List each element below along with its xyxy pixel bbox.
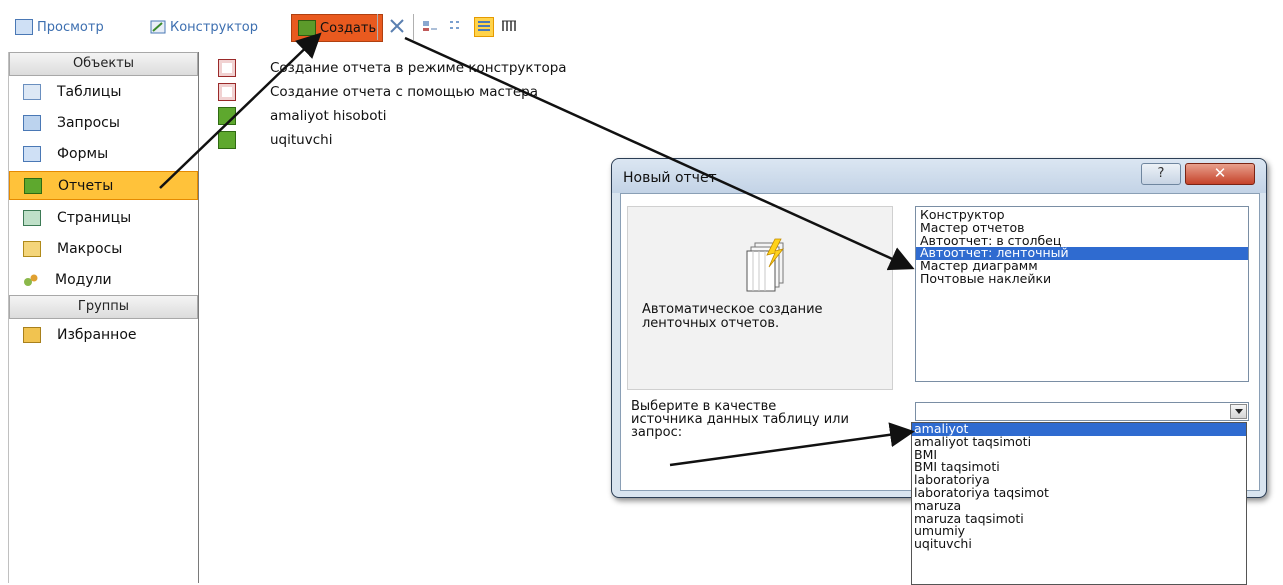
groups-header[interactable]: Группы xyxy=(9,295,198,319)
design-button[interactable]: Конструктор xyxy=(150,16,258,38)
report-icon xyxy=(24,177,42,194)
preview-button[interactable]: Просмотр xyxy=(15,16,104,38)
delete-icon[interactable] xyxy=(388,17,406,35)
data-source-combobox[interactable] xyxy=(915,402,1249,421)
autoreport-icon xyxy=(746,238,785,292)
list-view-icon[interactable] xyxy=(474,17,494,37)
large-icons-icon[interactable] xyxy=(421,17,439,35)
sidebar-item-label: Отчеты xyxy=(58,177,114,194)
dropdown-option[interactable]: laboratoriya taqsimot xyxy=(912,486,1246,500)
report-icon xyxy=(218,107,236,125)
module-icon xyxy=(23,273,39,287)
preview-description: Автоматическое создание ленточных отчето… xyxy=(642,302,823,331)
list-item-design-view[interactable]: Создание отчета в режиме конструктора xyxy=(218,58,567,78)
list-item-report[interactable]: uqituvchi xyxy=(218,130,332,150)
sidebar-item-modules[interactable]: Модули xyxy=(9,264,198,295)
favorites-folder-icon xyxy=(23,326,41,343)
sidebar-item-label: Таблицы xyxy=(57,83,122,100)
new-report-icon xyxy=(298,20,316,36)
design-shortcut-icon xyxy=(218,59,236,77)
sidebar-item-label: Страницы xyxy=(57,209,132,226)
sidebar-item-tables[interactable]: Таблицы xyxy=(9,76,198,107)
dialog-titlebar[interactable]: Новый отчет ? ✕ xyxy=(612,159,1266,193)
sidebar-item-macros[interactable]: Макросы xyxy=(9,233,198,264)
wizard-shortcut-icon xyxy=(218,83,236,101)
report-type-list[interactable]: Конструктор Мастер отчетов Автоотчет: в … xyxy=(915,206,1249,382)
objects-header[interactable]: Объекты xyxy=(9,52,198,76)
chevron-down-icon[interactable] xyxy=(1230,404,1247,419)
list-item[interactable]: Почтовые наклейки xyxy=(916,272,1248,286)
sidebar-item-label: Формы xyxy=(57,145,109,162)
help-button[interactable]: ? xyxy=(1141,163,1181,185)
list-item-report[interactable]: amaliyot hisoboti xyxy=(218,106,387,126)
objects-panel: Объекты Таблицы Запросы Формы Отчеты Стр… xyxy=(8,52,199,583)
close-button[interactable]: ✕ xyxy=(1185,163,1255,185)
sidebar-item-label: Избранное xyxy=(57,326,137,343)
query-icon xyxy=(23,114,41,131)
data-source-label: Выберите в качестве источника данных таб… xyxy=(631,399,849,440)
page-icon xyxy=(23,209,41,226)
design-label: Конструктор xyxy=(170,19,258,35)
table-icon xyxy=(23,83,41,100)
preview-label: Просмотр xyxy=(37,19,104,35)
toolbar-separator xyxy=(413,14,414,40)
dialog-title: Новый отчет xyxy=(623,170,717,186)
form-icon xyxy=(23,145,41,162)
report-preview-panel: Автоматическое создание ленточных отчето… xyxy=(627,206,893,390)
list-item-label: Создание отчета в режиме конструктора xyxy=(270,60,567,76)
macro-icon xyxy=(23,240,41,257)
sidebar-item-label: Модули xyxy=(55,271,112,288)
data-source-dropdown[interactable]: amaliyot amaliyot taqsimoti BMI BMI taqs… xyxy=(911,422,1247,585)
report-icon xyxy=(218,131,236,149)
sidebar-item-favorites[interactable]: Избранное xyxy=(9,319,198,350)
design-icon xyxy=(150,20,166,34)
create-button[interactable]: Создать xyxy=(291,14,384,42)
list-item-label: uqituvchi xyxy=(270,132,333,148)
sidebar-item-pages[interactable]: Страницы xyxy=(9,202,198,233)
list-item-label: Создание отчета с помощью мастера xyxy=(270,84,538,100)
list-item-wizard[interactable]: Создание отчета с помощью мастера xyxy=(218,82,538,102)
sidebar-item-label: Макросы xyxy=(57,240,123,257)
small-icons-icon[interactable] xyxy=(448,17,466,35)
preview-icon xyxy=(15,19,33,35)
sidebar-item-queries[interactable]: Запросы xyxy=(9,107,198,138)
sidebar-item-reports[interactable]: Отчеты xyxy=(9,171,198,200)
toolbar-separator xyxy=(377,14,378,40)
dropdown-option[interactable]: uqituvchi xyxy=(912,537,1246,551)
sidebar-item-forms[interactable]: Формы xyxy=(9,138,198,169)
toolbar: Просмотр Конструктор Создать xyxy=(0,0,1283,46)
details-view-icon[interactable] xyxy=(500,17,518,35)
dropdown-option[interactable]: amaliyot taqsimoti xyxy=(912,435,1246,449)
create-label: Создать xyxy=(320,20,377,36)
list-item-label: amaliyot hisoboti xyxy=(270,108,387,124)
sidebar-item-label: Запросы xyxy=(57,114,120,131)
